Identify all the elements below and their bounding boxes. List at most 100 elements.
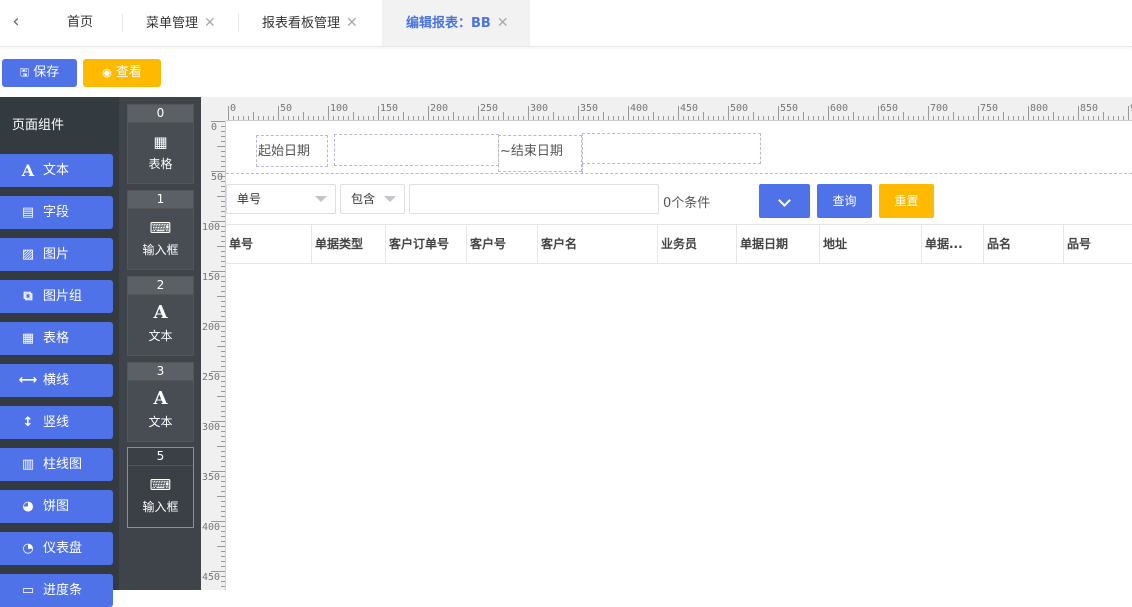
ruler-tick [368, 116, 369, 120]
ruler-tick [1033, 116, 1034, 120]
ruler-tick [938, 116, 939, 120]
filter-operator-select[interactable]: 包含 [340, 184, 405, 214]
close-icon[interactable]: ✕ [497, 15, 509, 31]
tab-menu-management[interactable]: 菜单管理 ✕ [146, 0, 216, 46]
table-header-cell[interactable]: 客户名 [538, 225, 658, 263]
layer-item-text[interactable]: 2 A 文本 [127, 276, 194, 356]
ruler-tick [1038, 116, 1039, 120]
ruler-tick [693, 116, 694, 120]
ruler-tick [828, 106, 829, 120]
layer-item-input-selected[interactable]: 5 ⌨ 输入框 [127, 447, 194, 528]
component-image[interactable]: ▨ 图片 [0, 238, 113, 271]
ruler-tick [708, 116, 709, 120]
ruler-tick [217, 346, 225, 347]
close-icon[interactable]: ✕ [346, 15, 358, 31]
ruler-tick [248, 116, 249, 120]
ruler-tick [1058, 116, 1059, 120]
ruler-tick [713, 116, 714, 120]
ruler-label: 300 [202, 422, 221, 433]
close-icon[interactable]: ✕ [204, 15, 216, 31]
end-date-input[interactable] [582, 133, 761, 164]
keyboard-icon: ⌨ [149, 476, 172, 494]
layer-item-input[interactable]: 1 ⌨ 输入框 [127, 190, 194, 270]
ruler-tick [663, 116, 664, 120]
start-date-input[interactable] [334, 134, 499, 166]
ruler-tick [221, 536, 225, 537]
component-progress[interactable]: ▭ 进度条 [0, 574, 113, 607]
ruler-tick [221, 326, 225, 327]
ruler-tick [848, 116, 849, 120]
ruler-tick [818, 116, 819, 120]
component-dashboard[interactable]: ◔ 仪表盘 [0, 532, 113, 565]
component-horizontal-line[interactable]: ⟷ 横线 [0, 364, 113, 397]
ruler-tick [653, 112, 654, 120]
chevron-down-icon [384, 196, 396, 202]
table-header-cell[interactable]: 单据... [922, 225, 984, 263]
reset-button[interactable]: 重置 [879, 184, 934, 218]
component-table[interactable]: ▦ 表格 [0, 322, 113, 355]
ruler-label: 200 [430, 103, 449, 114]
tab-report-board[interactable]: 报表看板管理 ✕ [262, 0, 358, 46]
guide-line [226, 173, 1132, 174]
ruler-tick [438, 116, 439, 120]
component-vertical-line[interactable]: ↕ 竖线 [0, 406, 113, 439]
layer-label: 文本 [148, 329, 173, 343]
ruler-tick [221, 366, 225, 367]
ruler-tick [768, 116, 769, 120]
layer-item-text[interactable]: 3 A 文本 [127, 362, 194, 442]
expand-conditions-button[interactable] [759, 184, 810, 218]
ruler-tick [228, 106, 229, 120]
report-canvas[interactable]: 起始日期 ~结束日期 单号 包含 0个条件 查询 重置 单号 单据类型 客户订单… [226, 121, 1132, 590]
horizontal-ruler: 0 50 100 150 200 250 300 350 400 450 500 550 600 650 7… [226, 97, 1132, 121]
dashboard-icon: ◔ [22, 541, 34, 556]
ruler-tick [1113, 116, 1114, 120]
ruler-tick [1078, 106, 1079, 120]
progress-icon: ▭ [21, 583, 35, 598]
table-header-cell[interactable]: 客户号 [467, 225, 538, 263]
tab-home[interactable]: 首页 [67, 0, 93, 46]
ruler-tick [998, 116, 999, 120]
component-image-group[interactable]: ⧉ 图片组 [0, 280, 113, 313]
filter-value-input[interactable] [409, 184, 659, 214]
table-header-cell[interactable]: 客户订单号 [386, 225, 467, 263]
tab-edit-report[interactable]: 编辑报表：BB ✕ [382, 0, 530, 46]
filter-field-select[interactable]: 单号 [226, 184, 336, 214]
table-header-cell[interactable]: 单号 [226, 225, 312, 263]
view-button[interactable]: ◉ 查看 [83, 59, 161, 87]
ruler-tick [293, 116, 294, 120]
layer-item-table[interactable]: 0 ▦ 表格 [127, 104, 194, 184]
ruler-tick [268, 116, 269, 120]
component-field[interactable]: ▤ 字段 [0, 196, 113, 229]
ruler-tick [718, 116, 719, 120]
ruler-tick [221, 431, 225, 432]
ruler-tick [443, 116, 444, 120]
view-label: 查看 [115, 65, 142, 80]
ruler-tick [673, 116, 674, 120]
ruler-label: 450 [680, 103, 699, 114]
back-chevron-icon[interactable]: ‹ [6, 12, 26, 32]
filter-operator-value: 包含 [351, 192, 376, 206]
layer-label: 输入框 [142, 500, 179, 514]
ruler-tick [353, 112, 354, 120]
ruler-tick [263, 116, 264, 120]
ruler-tick [221, 266, 225, 267]
table-header-cell[interactable]: 品名 [984, 225, 1064, 263]
ruler-tick [928, 106, 929, 120]
start-date-label: 起始日期 [258, 144, 311, 159]
component-bar-chart[interactable]: ▥ 柱线图 [0, 448, 113, 481]
save-button[interactable]: 🖫 保存 [2, 59, 77, 87]
ruler-tick [1118, 116, 1119, 120]
ruler-tick [658, 116, 659, 120]
query-button[interactable]: 查询 [817, 184, 872, 218]
component-text[interactable]: A 文本 [0, 154, 113, 187]
component-pie-chart[interactable]: ◕ 饼图 [0, 490, 113, 523]
table-header-cell[interactable]: 业务员 [658, 225, 737, 263]
table-header-cell[interactable]: 品号 [1064, 225, 1132, 263]
table-header-cell[interactable]: 单据日期 [737, 225, 820, 263]
table-header-cell[interactable]: 单据类型 [312, 225, 386, 263]
ruler-tick [221, 551, 225, 552]
ruler-tick [221, 416, 225, 417]
ruler-tick [623, 116, 624, 120]
table-header-cell[interactable]: 地址 [820, 225, 922, 263]
ruler-tick [973, 116, 974, 120]
